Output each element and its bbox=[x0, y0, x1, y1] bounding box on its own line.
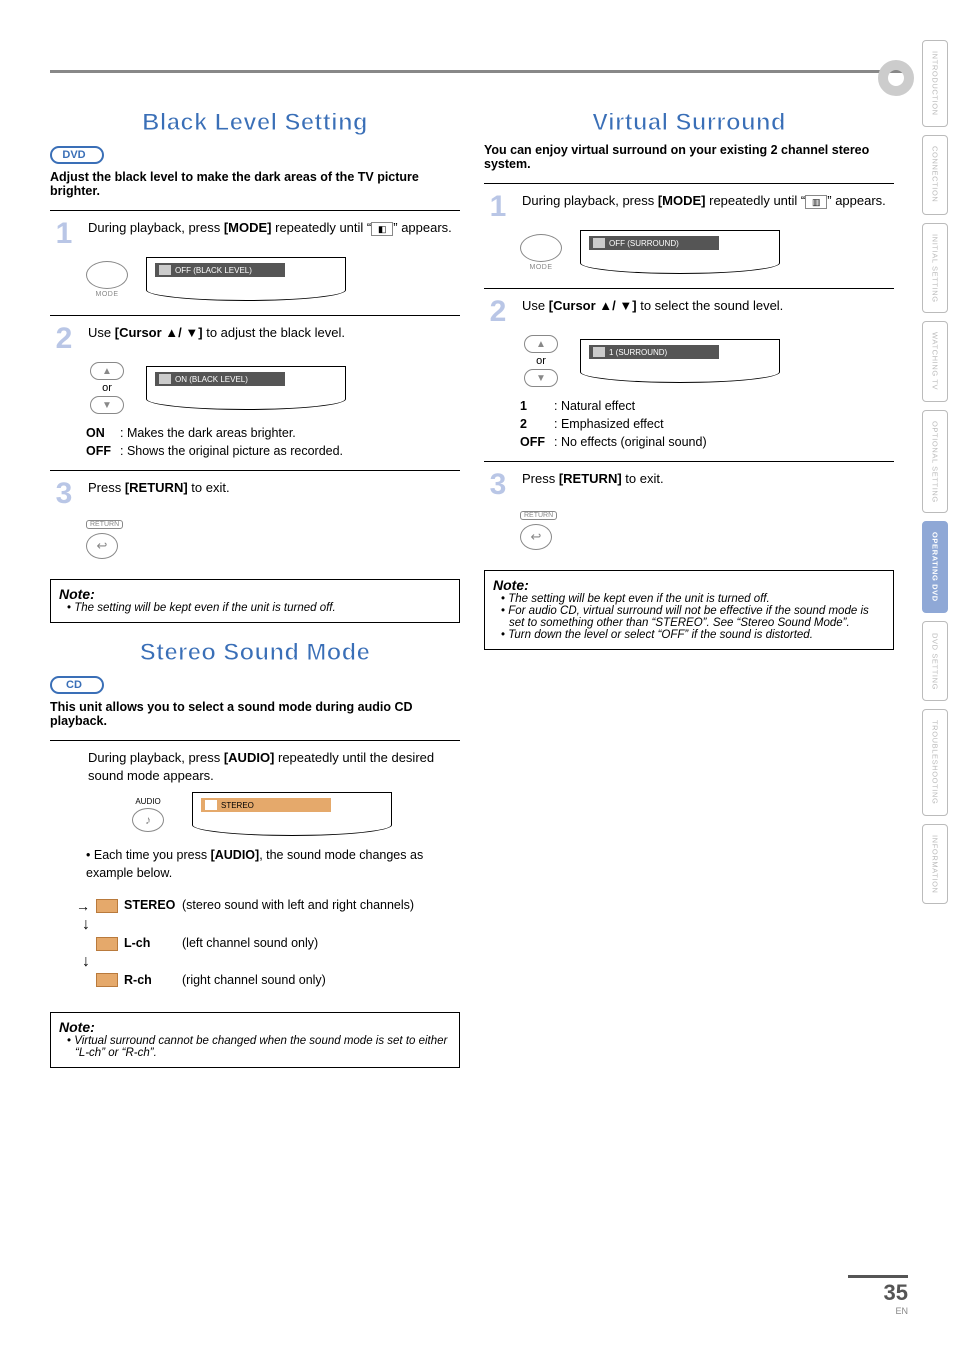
left-column: Black Level Setting DVD Adjust the black… bbox=[50, 103, 460, 1068]
mode-button-illustration: MODE bbox=[86, 261, 128, 298]
surround-icon: ▥ bbox=[805, 195, 827, 209]
note-stereo: Note: Virtual surround cannot be changed… bbox=[50, 1012, 460, 1068]
osd-stereo: STEREO bbox=[192, 792, 392, 836]
heading-black-level: Black Level Setting bbox=[50, 109, 460, 137]
virtual-definitions: 1: Natural effect 2: Emphasized effect O… bbox=[520, 397, 894, 451]
note-virtual: Note: The setting will be kept even if t… bbox=[484, 570, 894, 650]
intro-virtual: You can enjoy virtual surround on your e… bbox=[484, 143, 894, 171]
side-tab-connection[interactable]: CONNECTION bbox=[922, 135, 948, 215]
header-rule bbox=[50, 70, 904, 73]
page-number: 35 EN bbox=[848, 1275, 908, 1316]
side-tab-information[interactable]: INFORMATION bbox=[922, 824, 948, 905]
audio-button-illustration: AUDIO ♪ bbox=[122, 797, 174, 832]
side-tab-dvd-setting[interactable]: DVD SETTING bbox=[922, 621, 948, 701]
step-number-2: 2 bbox=[50, 324, 78, 354]
intro-stereo: This unit allows you to select a sound m… bbox=[50, 700, 460, 728]
side-tab-watching-tv[interactable]: WATCHING TV bbox=[922, 321, 948, 401]
virtual-step1-text: During playback, press [MODE] repeatedly… bbox=[522, 192, 894, 210]
black-level-step2-text: Use [Cursor ▲/ ▼] to adjust the black le… bbox=[88, 324, 460, 342]
badge-cd: CD bbox=[50, 676, 104, 694]
black-level-icon: ◧ bbox=[371, 222, 393, 236]
return-button-illustration: RETURN ↩ bbox=[86, 513, 124, 559]
heading-stereo: Stereo Sound Mode bbox=[50, 639, 460, 667]
step-number-1: 1 bbox=[484, 192, 512, 222]
step-number-3: 3 bbox=[50, 479, 78, 509]
virtual-step3-text: Press [RETURN] to exit. bbox=[522, 470, 894, 488]
sound-mode-icon bbox=[96, 899, 118, 913]
virtual-step2-text: Use [Cursor ▲/ ▼] to select the sound le… bbox=[522, 297, 894, 315]
note-black-level: Note: The setting will be kept even if t… bbox=[50, 579, 460, 623]
side-tab-initial-setting[interactable]: INITIAL SETTING bbox=[922, 223, 948, 314]
stereo-mode-cycle: → STEREO(stereo sound with left and righ… bbox=[76, 893, 460, 993]
side-tab-strip: INTRODUCTION CONNECTION INITIAL SETTING … bbox=[922, 40, 948, 904]
osd-surround-off: OFF (SURROUND) bbox=[580, 230, 780, 274]
osd-black-level-off: OFF (BLACK LEVEL) bbox=[146, 257, 346, 301]
black-level-definitions: ON: Makes the dark areas brighter. OFF: … bbox=[86, 424, 460, 460]
side-tab-operating-dvd[interactable]: OPERATING DVD bbox=[922, 521, 948, 613]
intro-black-level: Adjust the black level to make the dark … bbox=[50, 170, 460, 198]
cursor-buttons-illustration: ▲ or ▼ bbox=[86, 362, 128, 414]
stereo-step-text: During playback, press [AUDIO] repeatedl… bbox=[88, 749, 460, 784]
black-level-step3-text: Press [RETURN] to exit. bbox=[88, 479, 460, 497]
stereo-bullet: • Each time you press [AUDIO], the sound… bbox=[86, 846, 460, 882]
sound-mode-icon bbox=[96, 937, 118, 951]
cursor-buttons-illustration: ▲ or ▼ bbox=[520, 335, 562, 387]
return-button-illustration: RETURN ↩ bbox=[520, 504, 558, 550]
step-number-3: 3 bbox=[484, 470, 512, 500]
sound-mode-icon bbox=[96, 973, 118, 987]
osd-surround-1: 1 (SURROUND) bbox=[580, 339, 780, 383]
corner-ring-icon bbox=[878, 60, 914, 96]
black-level-step1-text: During playback, press [MODE] repeatedly… bbox=[88, 219, 460, 237]
mode-button-illustration: MODE bbox=[520, 234, 562, 271]
osd-black-level-on: ON (BLACK LEVEL) bbox=[146, 366, 346, 410]
side-tab-optional-setting[interactable]: OPTIONAL SETTING bbox=[922, 410, 948, 514]
heading-virtual-surround: Virtual Surround bbox=[484, 109, 894, 137]
step-number-1: 1 bbox=[50, 219, 78, 249]
step-number-2: 2 bbox=[484, 297, 512, 327]
side-tab-troubleshooting[interactable]: TROUBLESHOOTING bbox=[922, 709, 948, 815]
badge-dvd: DVD bbox=[50, 146, 104, 164]
side-tab-introduction[interactable]: INTRODUCTION bbox=[922, 40, 948, 127]
right-column: Virtual Surround You can enjoy virtual s… bbox=[484, 103, 894, 1068]
